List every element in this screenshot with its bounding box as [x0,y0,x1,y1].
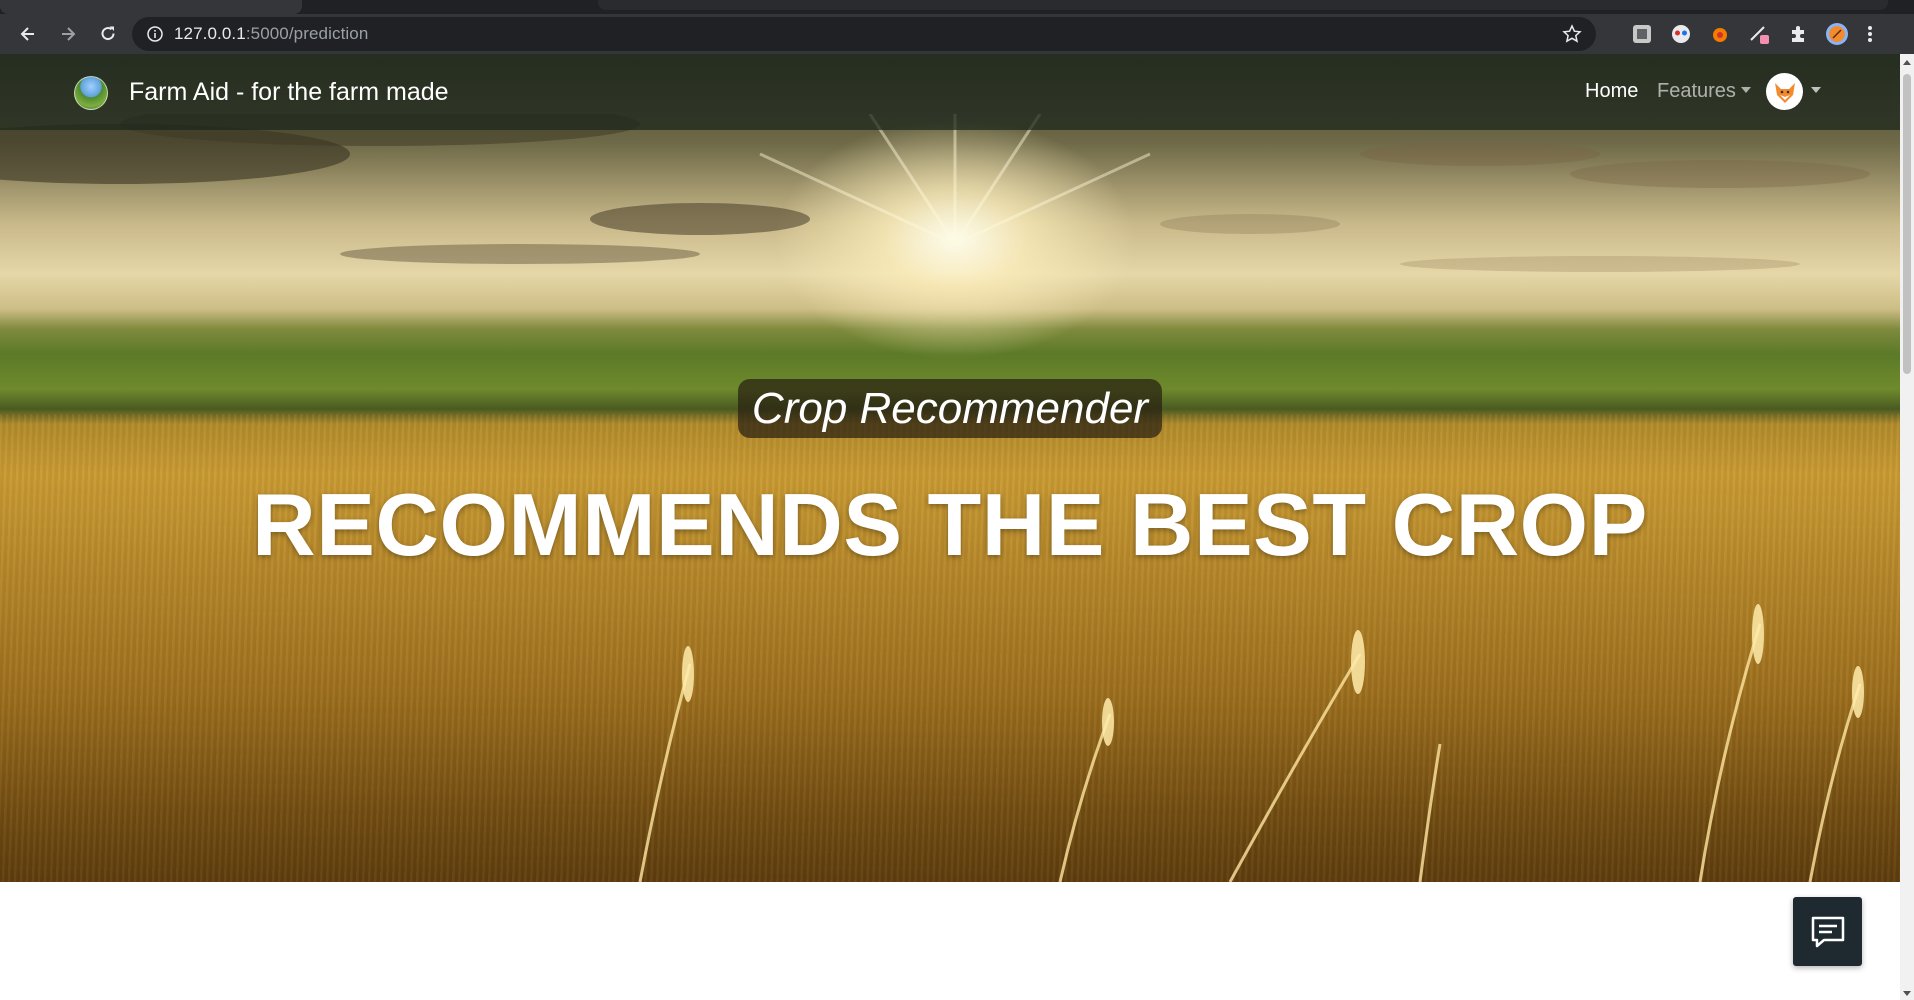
forward-button[interactable] [48,14,88,54]
inactive-tab[interactable] [598,0,1888,10]
info-icon[interactable] [146,25,164,43]
nav-features-label: Features [1657,80,1736,102]
url-host: 127.0.0.1 [174,24,246,43]
url-path: :5000/prediction [245,24,369,43]
hero-subtitle: Crop Recommender [738,379,1162,438]
extension-1-icon[interactable] [1630,22,1654,46]
navbar: Farm Aid - for the farm made Home Featur… [0,54,1900,130]
hero-title: RECOMMENDS THE BEST CROP [252,475,1648,574]
extension-4-icon[interactable] [1747,22,1771,46]
forward-arrow-icon [62,27,76,41]
scroll-down-icon[interactable] [1903,991,1911,996]
extension-3-icon[interactable] [1708,22,1732,46]
chat-button[interactable] [1793,897,1862,966]
hero-section: Farm Aid - for the farm made Home Featur… [0,54,1900,882]
hero-sky-clouds [0,114,1870,272]
chat-icon [1811,916,1844,947]
active-tab[interactable] [0,0,302,14]
extensions-area [1630,14,1891,54]
url-text[interactable]: 127.0.0.1:5000/prediction [174,24,368,44]
kebab-menu-icon[interactable] [1864,22,1876,46]
puzzle-icon[interactable] [1786,22,1810,46]
scrollbar-thumb[interactable] [1903,74,1911,374]
chevron-down-icon [1740,87,1751,93]
brand-logo[interactable] [74,76,108,110]
page-viewport: Farm Aid - for the farm made Home Featur… [0,54,1900,1000]
profile-chevron-down-icon[interactable] [1811,87,1821,93]
nav-home-link[interactable]: Home [1585,80,1638,103]
browser-toolbar: 127.0.0.1:5000/prediction [0,14,1914,54]
back-button[interactable] [8,14,48,54]
address-bar[interactable]: 127.0.0.1:5000/prediction [132,17,1596,51]
extension-2-icon[interactable] [1669,22,1693,46]
profile-avatar-icon[interactable] [1825,22,1849,46]
scroll-up-icon[interactable] [1903,60,1911,65]
back-arrow-icon [20,27,34,41]
page-scrollbar[interactable] [1900,54,1914,1000]
nav-features-dropdown[interactable]: Features [1657,80,1751,103]
fox-avatar-icon [1774,82,1795,103]
brand-name[interactable]: Farm Aid - for the farm made [129,78,449,107]
star-icon[interactable] [1562,24,1582,44]
reload-icon [101,26,115,41]
reload-button[interactable] [88,14,128,54]
user-avatar[interactable] [1766,73,1803,110]
tab-strip [0,0,1914,14]
